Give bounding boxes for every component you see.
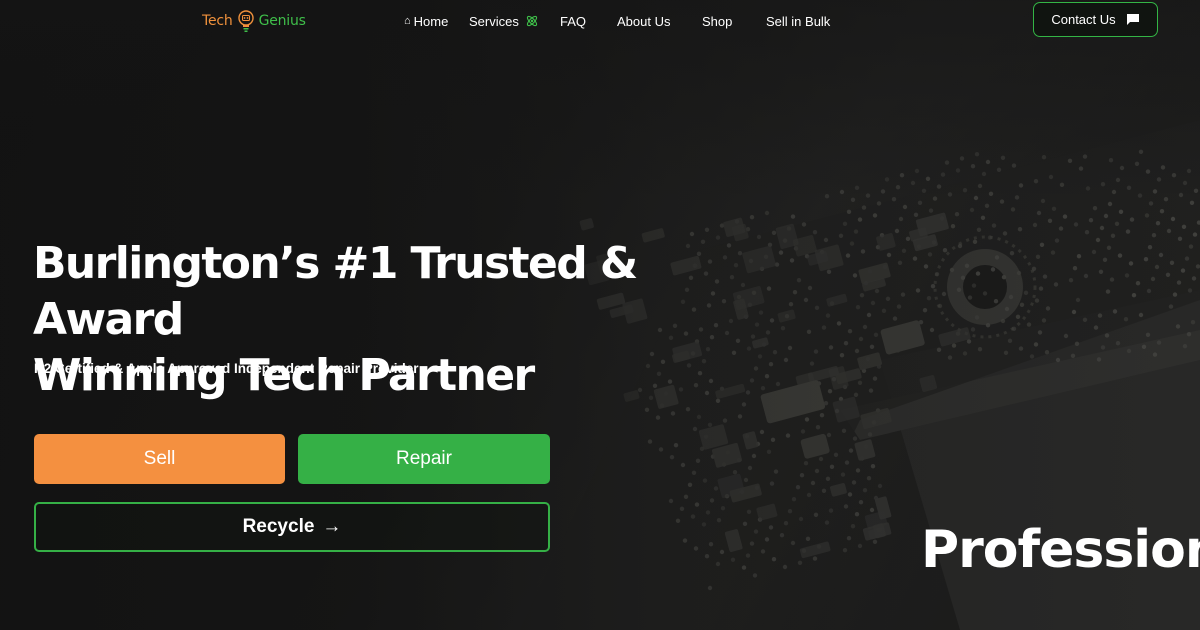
recycle-button[interactable]: Recycle → [34, 502, 550, 552]
nav-shop[interactable]: Shop [702, 12, 732, 30]
nav-sell-in-bulk[interactable]: Sell in Bulk [766, 12, 830, 30]
nav-home[interactable]: ⌂ Home [404, 12, 448, 30]
hero-subheadline: R2 Certified & Apple Approved Independen… [34, 361, 419, 376]
scrolling-ticker-text: Professiona [921, 520, 1200, 580]
nav-services[interactable]: Services [469, 12, 539, 30]
repair-button[interactable]: Repair [298, 434, 550, 484]
home-icon: ⌂ [404, 15, 411, 27]
nav-faq[interactable]: FAQ [560, 12, 586, 30]
arrow-right-icon: → [322, 516, 342, 537]
contact-us-button[interactable]: Contact Us [1033, 2, 1158, 37]
top-navigation: Tech Genius ⌂ Home Services FAQ About Us… [0, 0, 1200, 42]
hero-section: Tech Genius ⌂ Home Services FAQ About Us… [0, 0, 1200, 630]
repair-button-label: Repair [396, 448, 452, 469]
contact-us-label: Contact Us [1051, 12, 1116, 27]
lightbulb-icon [237, 10, 254, 32]
hero-headline: Burlington’s #1 Trusted & Award Winning … [33, 236, 793, 404]
brand-word-tech: Tech [202, 13, 233, 29]
brand-word-genius: Genius [258, 13, 306, 29]
nav-shop-label: Shop [702, 13, 733, 29]
atom-icon [526, 15, 537, 27]
nav-home-label: Home [413, 13, 449, 29]
nav-about-us[interactable]: About Us [617, 12, 670, 30]
brand-logo[interactable]: Tech Genius [202, 9, 306, 33]
chat-bubble-icon [1126, 14, 1139, 25]
nav-faq-label: FAQ [560, 13, 587, 29]
recycle-button-label: Recycle [242, 516, 315, 537]
sell-button[interactable]: Sell [34, 434, 285, 484]
nav-sell-bulk-label: Sell in Bulk [766, 13, 831, 29]
nav-about-label: About Us [617, 13, 671, 29]
nav-services-label: Services [469, 13, 519, 29]
sell-button-label: Sell [143, 448, 176, 469]
headline-line-1: Burlington’s #1 Trusted & Award [33, 238, 638, 345]
